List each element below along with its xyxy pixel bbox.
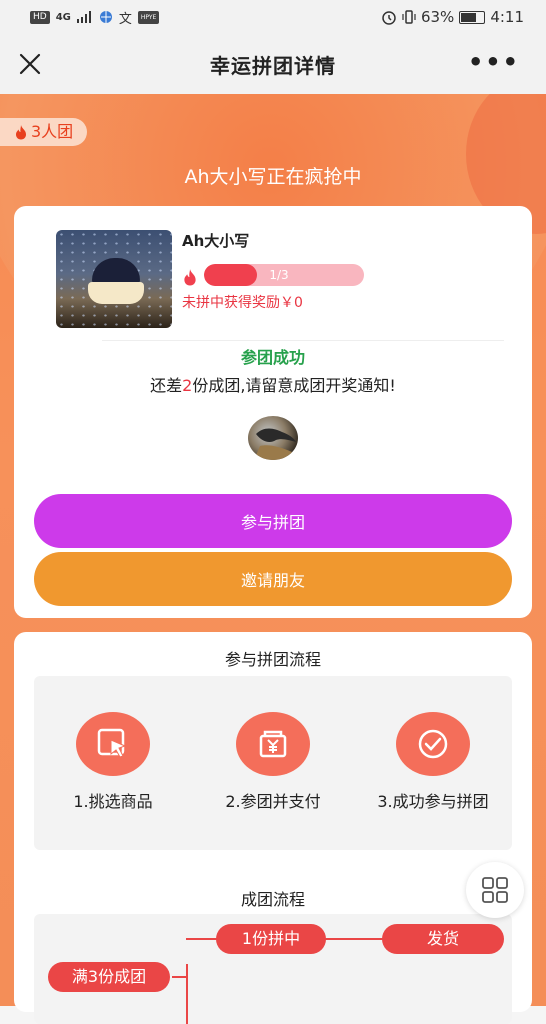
process-card: 参与拼团流程 1.挑选商品 2.参团并支付 3.成功参与拼团 成团流程 1份拼中…	[14, 632, 532, 1024]
vibrate-icon	[402, 10, 416, 24]
flow-win-node: 1份拼中	[216, 924, 326, 954]
team-size-label: 3人团	[31, 122, 74, 141]
status-right: 63% 4:11	[381, 8, 524, 26]
member-avatar[interactable]	[248, 416, 298, 460]
clock: 4:11	[490, 8, 524, 26]
step-label: 2.参团并支付	[225, 792, 321, 811]
hero-title: Ah大小写正在疯抢中	[184, 166, 362, 188]
process-steps: 1.挑选商品 2.参团并支付 3.成功参与拼团	[34, 676, 512, 850]
flow-connector	[186, 938, 218, 940]
nav-bar: 幸运拼团详情 •••	[0, 34, 546, 94]
flow-start-node: 满3份成团	[48, 962, 170, 992]
close-icon[interactable]	[18, 52, 42, 76]
check-circle-icon	[396, 712, 470, 776]
flow-ship-node: 发货	[382, 924, 504, 954]
progress-label: 1/3	[269, 268, 289, 282]
remain-count: 2	[182, 376, 193, 395]
flow-connector	[172, 976, 188, 978]
flow-connector	[186, 964, 188, 1024]
status-bar: HD 4G 文 HPYE 63% 4:11	[0, 0, 546, 34]
step-label: 1.挑选商品	[73, 792, 153, 811]
more-icon[interactable]: •••	[468, 48, 520, 76]
reward-text: 未拼中获得奖励￥0	[182, 295, 303, 311]
app-notification-icon: HPYE	[137, 10, 160, 24]
process-title: 参与拼团流程	[224, 650, 321, 669]
step-success: 3.成功参与拼团	[358, 712, 508, 812]
step-select: 1.挑选商品	[38, 712, 188, 812]
yen-payment-icon	[236, 712, 310, 776]
signal-bars-icon	[76, 11, 91, 23]
remaining-notice: 还差2份成团,请留意成团开奖通知!	[14, 372, 532, 396]
battery-icon	[459, 10, 486, 24]
battery-percent: 63%	[420, 8, 455, 26]
join-success-text: 参团成功	[240, 348, 305, 367]
grid-menu-button[interactable]	[466, 862, 524, 918]
status-left: HD 4G 文 HPYE	[30, 8, 160, 27]
join-group-button[interactable]: 参与拼团	[34, 494, 512, 548]
group-flow-diagram: 1份拼中 发货 满3份成团	[34, 914, 512, 1024]
page-title: 幸运拼团详情	[210, 53, 336, 78]
bird-photo	[254, 428, 296, 460]
step-label: 3.成功参与拼团	[377, 792, 489, 811]
remain-prefix: 还差	[150, 376, 183, 395]
signal-4g-icon: 4G	[55, 11, 71, 23]
group-card: Ah大小写 1/3 未拼中获得奖励￥0 参团成功 还差2份成团,请留意成团开奖通…	[14, 206, 532, 618]
product-image[interactable]	[56, 230, 172, 328]
text-app-icon: 文	[118, 11, 132, 27]
flow-connector	[324, 938, 384, 940]
divider	[102, 340, 504, 341]
group-progress-bar: 1/3	[204, 264, 364, 286]
group-flow-title: 成团流程	[240, 890, 305, 909]
hd-indicator: HD	[30, 10, 50, 24]
browser-globe-icon	[99, 11, 112, 23]
fire-icon	[184, 269, 196, 286]
team-size-badge: 3人团	[0, 118, 88, 146]
leader-name: Ah大小写	[182, 232, 250, 250]
step-pay: 2.参团并支付	[198, 712, 348, 812]
fire-icon	[16, 125, 26, 140]
invite-friends-button[interactable]: 邀请朋友	[34, 552, 512, 606]
alarm-icon	[382, 11, 396, 25]
projector-lamp-base	[88, 282, 144, 304]
grid-icon	[482, 877, 508, 903]
remain-suffix: 份成团,请留意成团开奖通知!	[192, 376, 396, 395]
cursor-select-icon	[76, 712, 150, 776]
